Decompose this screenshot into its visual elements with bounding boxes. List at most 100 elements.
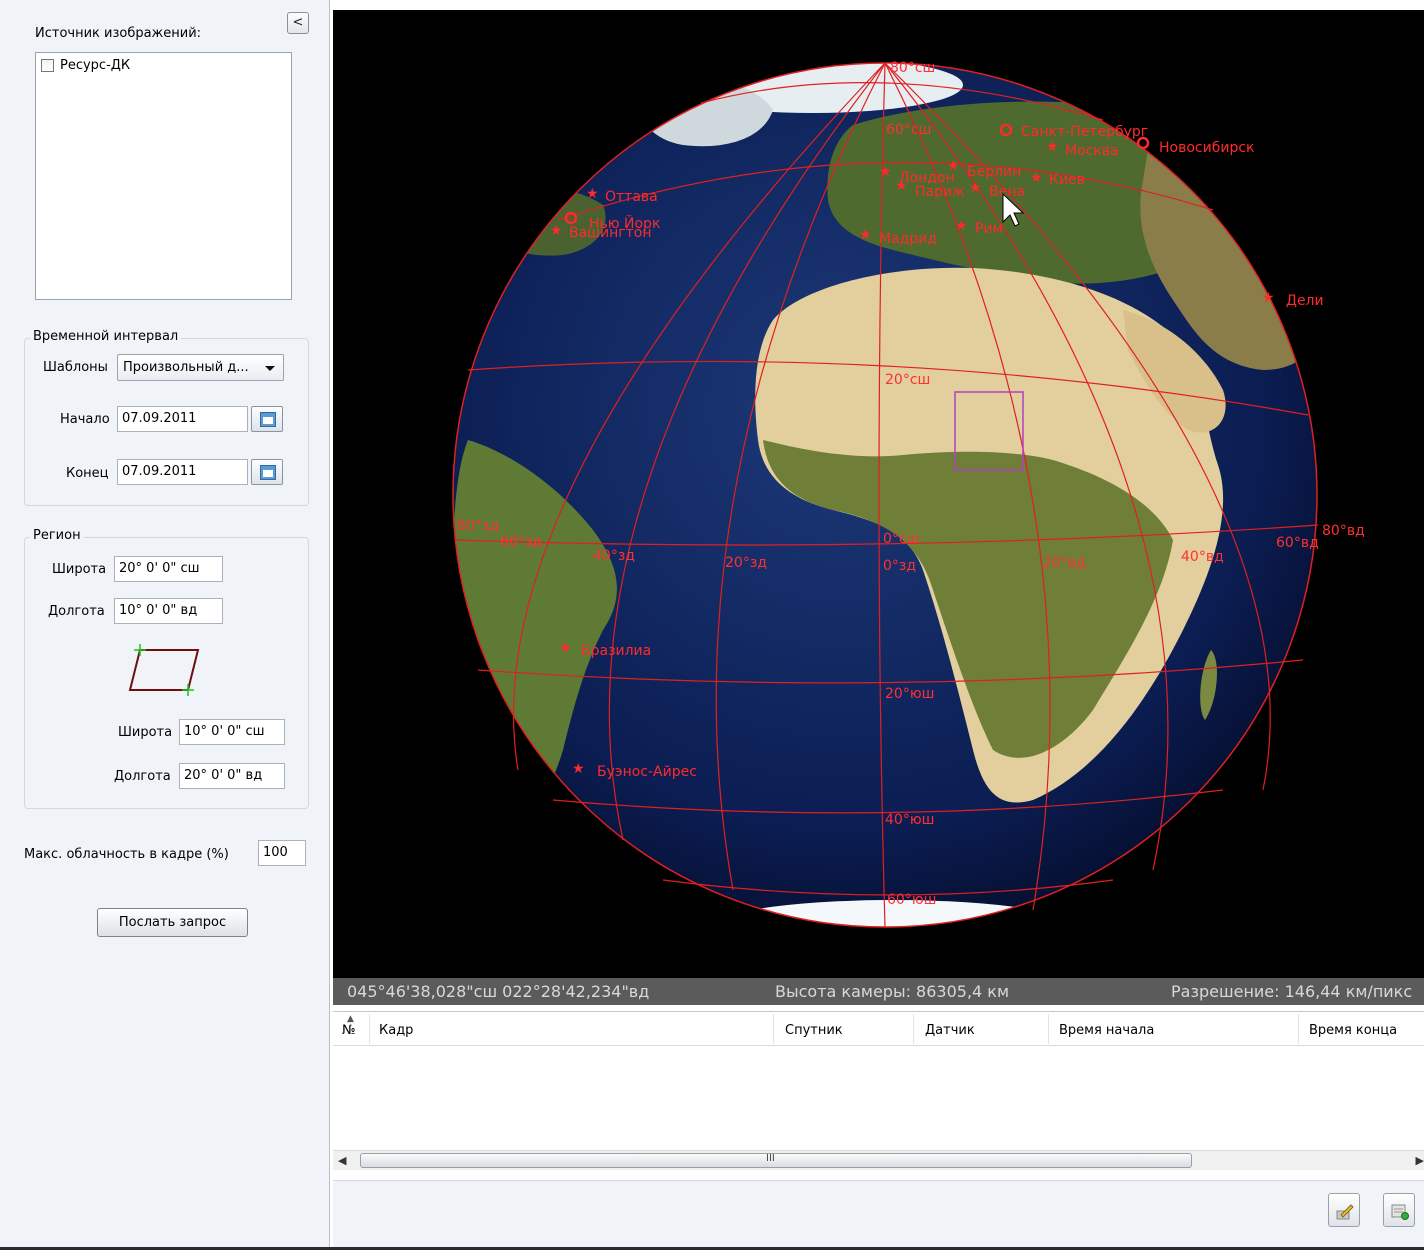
label-lat-60s: 60°юш [887,892,936,908]
city-paris: Париж [915,184,965,200]
results-table[interactable]: ▲ № Кадр Спутник Датчик Время начала Вре… [333,1011,1424,1175]
label-lon-80e: 80°вд [1322,523,1365,539]
label-lat-20n: 20°сш [885,372,930,388]
globe-view[interactable]: 80°сш 60°сш 20°сш 0°сш 0°зд 20°юш 40°юш … [333,10,1424,978]
templates-label: Шаблоны [43,360,108,375]
camera-height: Высота камеры: 86305,4 км [775,982,1010,1001]
star-marker-brasilia: ★ [559,640,572,656]
send-query-button[interactable]: Послать запрос [97,908,248,937]
source-label: Источник изображений: [35,26,202,41]
lat1-field[interactable]: 20° 0' 0" сш [114,556,223,582]
city-kiev: Киев [1049,172,1085,188]
end-calendar-button[interactable] [251,459,283,485]
scroll-right-icon[interactable]: ▶ [1416,1154,1424,1167]
label-lon-40e: 40°вд [1181,549,1224,565]
source-checkbox[interactable] [41,59,54,72]
scroll-grip: III [766,1153,775,1164]
calendar-icon [260,465,276,480]
cursor-coordinates: 045°46'38,028"сш 022°28'42,234"вд [347,982,650,1001]
star-marker-kiev: ★ [1030,170,1043,186]
cloud-label: Макс. облачность в кадре (%) [24,847,229,862]
lat2-field[interactable]: 10° 0' 0" сш [179,719,285,745]
collapse-panel-button[interactable]: < [287,12,309,34]
horizontal-scrollbar[interactable]: ◀ III ▶ [333,1150,1424,1170]
city-novosibirsk: Новосибирск [1159,140,1254,156]
edit-button[interactable] [1328,1193,1360,1227]
start-date-field[interactable]: 07.09.2011 [117,406,248,432]
globe-svg[interactable]: 80°сш 60°сш 20°сш 0°сш 0°зд 20°юш 40°юш … [333,10,1424,978]
column-separator[interactable] [1298,1014,1299,1044]
column-frame[interactable]: Кадр [379,1023,413,1038]
city-brasilia: Бразилиа [581,643,651,659]
resolution: Разрешение: 146,44 км/пикс [1171,982,1413,1001]
label-lon-20w: 20°зд [725,555,767,571]
city-moscow: Москва [1065,143,1119,159]
star-marker-washington: ★ [550,223,563,239]
label-lat-20s: 20°юш [885,686,934,702]
scroll-left-icon[interactable]: ◀ [338,1154,346,1167]
column-separator[interactable] [913,1014,914,1044]
column-sensor[interactable]: Датчик [925,1023,975,1038]
star-marker-vienna: ★ [969,180,982,196]
city-ottawa: Оттава [605,189,658,205]
region-diagram [128,644,200,696]
lat2-label: Широта [118,725,173,740]
end-date-field[interactable]: 07.09.2011 [117,459,248,485]
lon2-field[interactable]: 20° 0' 0" вд [179,763,285,789]
column-separator[interactable] [773,1014,774,1044]
templates-value: Произвольный д... [123,360,249,375]
star-marker-rome: ★ [955,218,968,234]
star-marker-delhi: ★ [1262,290,1275,306]
start-label: Начало [60,412,110,427]
source-item-label: Ресурс-ДК [60,58,131,73]
lon1-label: Долгота [48,604,105,619]
city-madrid: Мадрид [879,231,937,247]
time-interval-title: Временной интервал [30,329,182,344]
column-separator[interactable] [1048,1014,1049,1044]
label-lon-0w: 0°зд [883,558,916,574]
cloud-field[interactable]: 100 [258,840,306,866]
label-lat-40s: 40°юш [885,812,934,828]
label-lon-60w: 60°зд [500,534,542,550]
label-lon-80w: 80°зд [457,518,499,534]
table-header: ▲ № Кадр Спутник Датчик Время начала Вре… [333,1012,1424,1046]
label-lon-60e: 60°вд [1276,535,1319,551]
region-title: Регион [30,528,84,543]
city-washington: Вашингтон [569,225,651,241]
dropdown-arrow-icon [265,366,275,371]
source-item-resurs-dk[interactable]: Ресурс-ДК [41,58,130,73]
label-lat-80n: 80°сш [890,60,935,76]
column-satellite[interactable]: Спутник [785,1023,843,1038]
column-number[interactable]: № [342,1023,356,1038]
label-lat-0n: 0°сш [883,531,919,547]
pencil-icon [1336,1204,1354,1220]
city-berlin: Берлин [967,164,1021,180]
status-bar: 045°46'38,028"сш 022°28'42,234"вд Высота… [333,978,1424,1005]
city-rome: Рим [975,221,1003,237]
label-lon-20e: 20°вд [1043,555,1086,571]
city-delhi: Дели [1286,293,1324,309]
star-marker-ottawa: ★ [586,186,599,202]
column-end-time[interactable]: Время конца [1309,1023,1397,1038]
star-marker-paris: ★ [895,178,908,194]
city-st-petersburg: Санкт-Петербург [1021,124,1148,140]
scroll-thumb[interactable]: III [360,1153,1192,1168]
star-marker-london: ★ [879,164,892,180]
column-separator[interactable] [369,1014,370,1044]
export-icon [1391,1204,1409,1220]
label-lon-40w: 40°зд [593,548,635,564]
lon1-field[interactable]: 10° 0' 0" вд [114,598,223,624]
column-start-time[interactable]: Время начала [1059,1023,1154,1038]
lon2-label: Долгота [114,769,171,784]
calendar-icon [260,412,276,427]
chevron-left-icon: < [292,15,304,30]
star-marker-buenos-aires: ★ [572,761,585,777]
end-label: Конец [66,466,109,481]
templates-dropdown[interactable]: Произвольный д... [117,354,284,381]
export-button[interactable] [1383,1193,1415,1227]
left-panel: Источник изображений: < Ресурс-ДК Времен… [0,0,330,1250]
source-list[interactable]: Ресурс-ДК [35,52,292,300]
star-marker-madrid: ★ [859,227,872,243]
start-calendar-button[interactable] [251,406,283,432]
lat1-label: Широта [52,562,107,577]
